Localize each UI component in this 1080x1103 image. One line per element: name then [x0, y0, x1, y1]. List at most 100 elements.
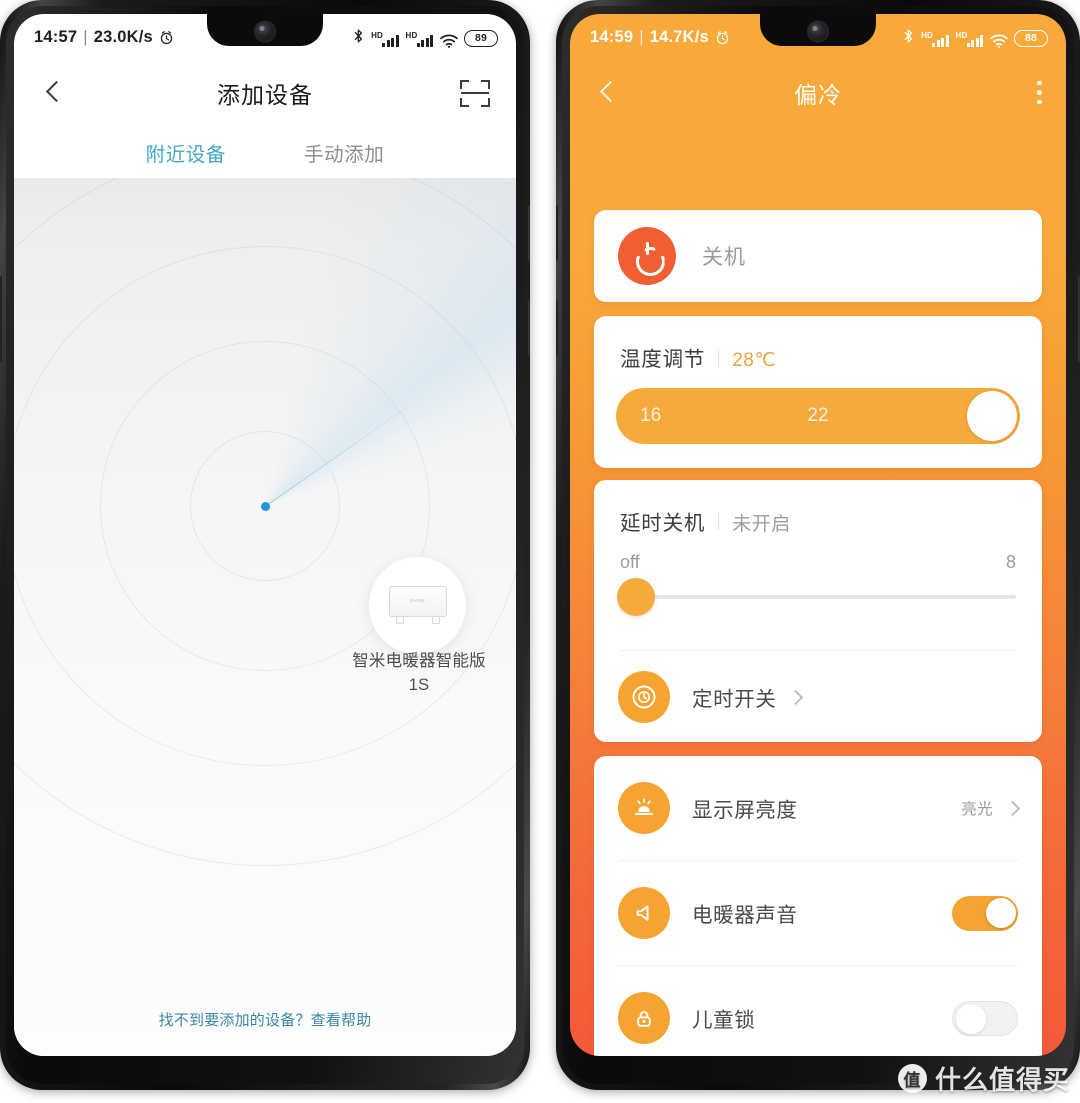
signal-1-icon: HD: [921, 31, 949, 47]
tab-nearby-devices[interactable]: 附近设备: [146, 138, 226, 167]
child-lock-toggle[interactable]: [952, 1000, 1018, 1036]
left-phone-device: 14:57 | 23.0K/s HD HD 89 添加设备 附近设备 手动添加 …: [0, 0, 530, 1090]
left-status-right: HD HD 89: [353, 28, 498, 48]
delay-value: 未开启: [732, 514, 791, 535]
right-phone-screen: 14:59 | 14.7K/s HD HD 88 偏冷 关机 温度调节 28℃ …: [570, 14, 1066, 1056]
wifi-icon: [990, 34, 1008, 48]
heater-icon: ZHIMI: [388, 585, 447, 626]
status-time: 14:57: [34, 27, 78, 46]
back-button[interactable]: [40, 80, 66, 106]
left-phone-side-key[interactable]: [0, 276, 2, 362]
right-app-header: 偏冷: [570, 60, 1066, 126]
heater-sound-toggle[interactable]: [952, 895, 1018, 931]
temperature-value: 28℃: [732, 350, 777, 371]
clock-icon: [618, 671, 670, 723]
tab-bar: 附近设备 手动添加: [14, 126, 516, 178]
power-row[interactable]: 关机: [594, 210, 1042, 302]
right-phone-power-button[interactable]: [556, 300, 558, 356]
heater-brand-text: ZHIMI: [409, 597, 426, 603]
timer-switch-row[interactable]: 定时开关: [594, 656, 1042, 738]
alarm-clock-icon: [159, 30, 174, 45]
battery-indicator: 89: [464, 29, 498, 47]
delay-divider: [620, 650, 1016, 651]
right-phone-device: 14:59 | 14.7K/s HD HD 88 偏冷 关机 温度调节 28℃ …: [556, 0, 1080, 1090]
delay-separator: [718, 512, 720, 530]
back-button[interactable]: [594, 80, 620, 106]
status-net-speed: 14.7K/s: [649, 27, 709, 46]
watermark-badge: 值: [897, 1064, 927, 1093]
delay-slider[interactable]: off 8: [617, 552, 1016, 616]
status-separator: |: [83, 27, 88, 46]
radar-ring-4: [14, 178, 516, 866]
temperature-slider[interactable]: 16 22: [616, 388, 1020, 444]
radar-scan-area[interactable]: ZHIMI 智米电暖器智能版1S 找不到要添加的设备？查看帮助: [14, 178, 516, 1056]
bluetooth-icon: [903, 28, 914, 47]
notch: [207, 14, 323, 46]
left-app-header: 添加设备: [14, 60, 516, 126]
delay-header: 延时关机 未开启: [594, 480, 1042, 536]
display-brightness-label: 显示屏亮度: [692, 799, 798, 822]
heater-sound-row[interactable]: 电暖器声音: [594, 861, 1042, 965]
signal-2-icon: HD: [956, 31, 983, 47]
front-camera-icon: [808, 22, 828, 41]
delay-left-label: off: [620, 552, 640, 572]
more-vertical-icon[interactable]: [1037, 80, 1042, 106]
discovered-device-name: 智米电暖器智能版1S: [352, 652, 486, 694]
display-brightness-value: 亮光: [961, 801, 993, 818]
front-camera-icon: [255, 22, 275, 41]
page-title: 偏冷: [794, 82, 842, 108]
left-phone-screen: 14:57 | 23.0K/s HD HD 89 添加设备 附近设备 手动添加 …: [14, 14, 516, 1056]
discovered-device-icon[interactable]: ZHIMI: [369, 557, 466, 654]
notch: [760, 14, 876, 46]
power-label: 关机: [702, 246, 746, 269]
temperature-mid-label: 22: [807, 405, 829, 426]
temperature-title: 温度调节: [620, 348, 706, 371]
delay-title: 延时关机: [620, 512, 706, 535]
alarm-clock-icon: [715, 30, 730, 45]
child-lock-label: 儿童锁: [692, 1009, 756, 1032]
right-status-right: HD HD 88: [903, 28, 1048, 48]
temperature-min-label: 16: [640, 405, 662, 426]
page-title: 添加设备: [217, 82, 313, 108]
right-status-left: 14:59 | 14.7K/s: [590, 28, 730, 47]
wifi-icon: [440, 34, 458, 48]
tab-manual-add[interactable]: 手动添加: [304, 138, 384, 167]
delay-right-label: 8: [1005, 552, 1016, 572]
chevron-right-icon: [1004, 800, 1021, 816]
temperature-header: 温度调节 28℃: [594, 316, 1042, 372]
temperature-separator: [718, 348, 720, 366]
chevron-right-icon: [788, 689, 804, 705]
delay-slider-labels: off 8: [620, 552, 1016, 573]
watermark: 值 什么值得买: [897, 1060, 1070, 1097]
signal-1-icon: HD: [371, 31, 399, 47]
speaker-icon: [618, 887, 670, 939]
lock-icon: [618, 992, 670, 1044]
delay-off-card: 延时关机 未开启 off 8 定时开关: [594, 480, 1042, 742]
status-net-speed: 23.0K/s: [93, 27, 153, 46]
timer-switch-label: 定时开关: [692, 688, 777, 711]
status-separator: |: [639, 27, 644, 46]
display-brightness-row[interactable]: 显示屏亮度 亮光: [594, 756, 1042, 860]
left-phone-power-button[interactable]: [528, 300, 530, 356]
battery-indicator: 88: [1014, 29, 1048, 47]
temperature-slider-knob[interactable]: [967, 391, 1017, 441]
signal-2-icon: HD: [406, 31, 433, 47]
heater-sound-label: 电暖器声音: [692, 904, 798, 927]
left-phone-volume-button[interactable]: [528, 205, 530, 261]
watermark-text: 什么值得买: [934, 1065, 1070, 1095]
delay-slider-knob[interactable]: [617, 578, 655, 616]
left-status-left: 14:57 | 23.0K/s: [34, 28, 174, 47]
temperature-card: 温度调节 28℃ 16 22: [594, 316, 1042, 468]
power-icon[interactable]: [618, 227, 676, 285]
scan-qr-icon[interactable]: [460, 79, 490, 107]
screenshot-root: 14:57 | 23.0K/s HD HD 89 添加设备 附近设备 手动添加 …: [0, 0, 1080, 1103]
child-lock-row[interactable]: 儿童锁: [594, 966, 1042, 1056]
bluetooth-icon: [353, 28, 364, 47]
power-card: 关机: [594, 210, 1042, 302]
brightness-icon: [618, 782, 670, 834]
right-phone-volume-button[interactable]: [556, 205, 558, 261]
status-time: 14:59: [590, 27, 634, 46]
help-link[interactable]: 找不到要添加的设备？查看帮助: [14, 1009, 516, 1030]
delay-slider-track[interactable]: [617, 578, 1016, 616]
settings-card: 显示屏亮度 亮光 电暖器声音 儿童锁: [594, 756, 1042, 1056]
